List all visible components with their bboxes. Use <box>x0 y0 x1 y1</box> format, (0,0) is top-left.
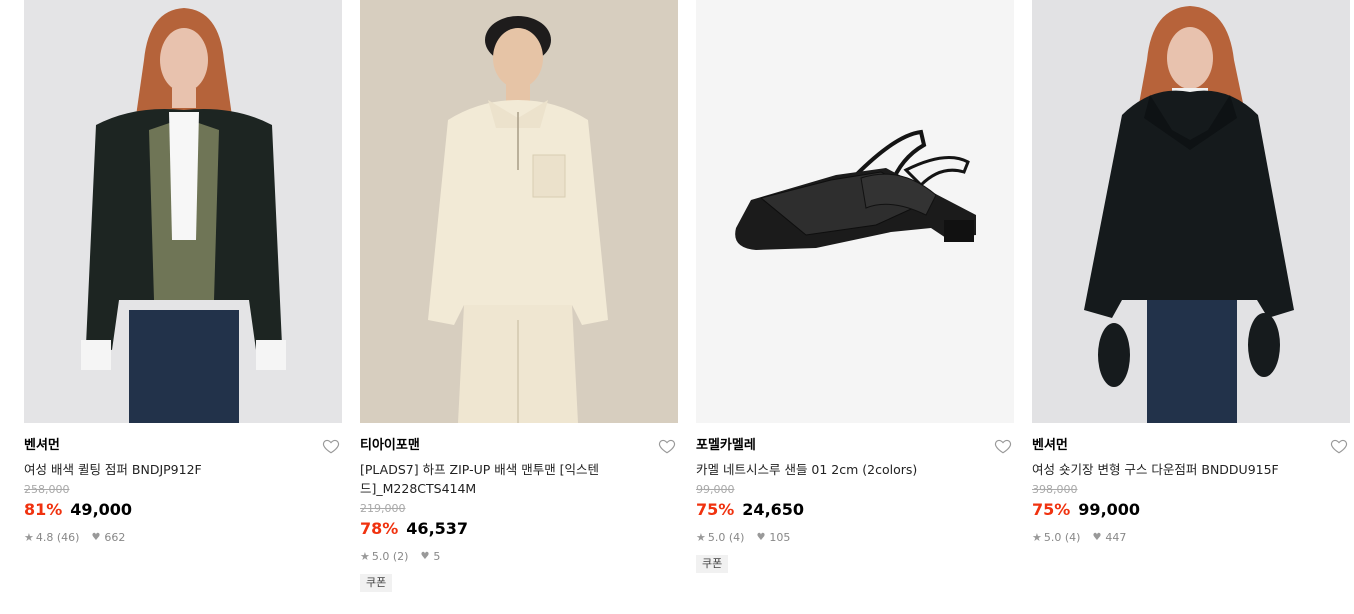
original-price: 219,000 <box>360 502 406 515</box>
coupon-badge: 쿠폰 <box>696 555 729 573</box>
star-icon: ★ <box>1032 531 1042 544</box>
original-price: 258,000 <box>24 483 70 496</box>
product-brand[interactable]: 벤셔먼 <box>1032 437 1350 455</box>
product-meta: ★ 5.0 (4) ♥ 447 <box>1032 531 1350 545</box>
heart-outline-icon[interactable] <box>994 437 1012 455</box>
product-image[interactable] <box>696 0 1014 423</box>
coupon-badge: 쿠폰 <box>360 574 393 592</box>
product-brand[interactable]: 티아이포맨 <box>360 437 678 455</box>
discount-rate: 75% <box>696 500 735 519</box>
product-name[interactable]: [PLADS7] 하프 ZIP-UP 배색 맨투맨 [익스텐드]_M228CTS… <box>360 460 678 498</box>
sale-price: 46,537 <box>406 519 469 538</box>
price-row: 75% 99,000 <box>1032 500 1350 522</box>
product-card[interactable]: 벤셔먼 여성 숏기장 변형 구스 다운점퍼 BNDDU915F 398,000 … <box>1032 0 1350 545</box>
likes-count: 662 <box>104 531 126 544</box>
product-meta: ★ 4.8 (46) ♥ 662 <box>24 531 342 545</box>
product-card[interactable]: 티아이포맨 [PLADS7] 하프 ZIP-UP 배색 맨투맨 [익스텐드]_M… <box>360 0 678 592</box>
price-row: 81% 49,000 <box>24 500 342 522</box>
product-meta: ★ 5.0 (2) ♥ 5 <box>360 550 678 564</box>
heart-icon: ♥ <box>1092 532 1102 543</box>
product-image[interactable] <box>360 0 678 423</box>
likes-count: 105 <box>769 531 791 544</box>
sale-price: 99,000 <box>1078 500 1141 519</box>
original-price: 398,000 <box>1032 483 1078 496</box>
price-row: 75% 24,650 <box>696 500 1014 522</box>
product-image[interactable] <box>1032 0 1350 423</box>
rating-text: 4.8 (46) <box>35 531 80 544</box>
product-meta: ★ 5.0 (4) ♥ 105 <box>696 531 1014 545</box>
star-icon: ★ <box>24 531 34 544</box>
product-name[interactable]: 카멜 네트시스루 샌들 01 2cm (2colors) <box>696 460 1014 479</box>
product-brand[interactable]: 포멜카멜레 <box>696 437 1014 455</box>
discount-rate: 78% <box>360 519 399 538</box>
sale-price: 49,000 <box>70 500 133 519</box>
discount-rate: 75% <box>1032 500 1071 519</box>
product-name[interactable]: 여성 배색 퀼팅 점퍼 BNDJP912F <box>24 460 342 479</box>
heart-outline-icon[interactable] <box>658 437 676 455</box>
rating-text: 5.0 (4) <box>1043 531 1081 544</box>
likes-count: 447 <box>1105 531 1127 544</box>
product-grid: 벤셔먼 여성 배색 퀼팅 점퍼 BNDJP912F 258,000 81% 49… <box>0 0 1354 614</box>
original-price: 99,000 <box>696 483 735 496</box>
heart-icon: ♥ <box>91 532 101 543</box>
product-card[interactable]: 포멜카멜레 카멜 네트시스루 샌들 01 2cm (2colors) 99,00… <box>696 0 1014 573</box>
sale-price: 24,650 <box>742 500 805 519</box>
product-name[interactable]: 여성 숏기장 변형 구스 다운점퍼 BNDDU915F <box>1032 460 1350 479</box>
heart-icon: ♥ <box>420 551 430 562</box>
heart-outline-icon[interactable] <box>1330 437 1348 455</box>
likes-count: 5 <box>433 550 441 563</box>
heart-outline-icon[interactable] <box>322 437 340 455</box>
price-row: 78% 46,537 <box>360 519 678 541</box>
rating-text: 5.0 (4) <box>707 531 745 544</box>
star-icon: ★ <box>360 550 370 563</box>
discount-rate: 81% <box>24 500 63 519</box>
product-image[interactable] <box>24 0 342 423</box>
rating-text: 5.0 (2) <box>371 550 409 563</box>
product-brand[interactable]: 벤셔먼 <box>24 437 342 455</box>
heart-icon: ♥ <box>756 532 766 543</box>
star-icon: ★ <box>696 531 706 544</box>
product-card[interactable]: 벤셔먼 여성 배색 퀼팅 점퍼 BNDJP912F 258,000 81% 49… <box>24 0 342 545</box>
